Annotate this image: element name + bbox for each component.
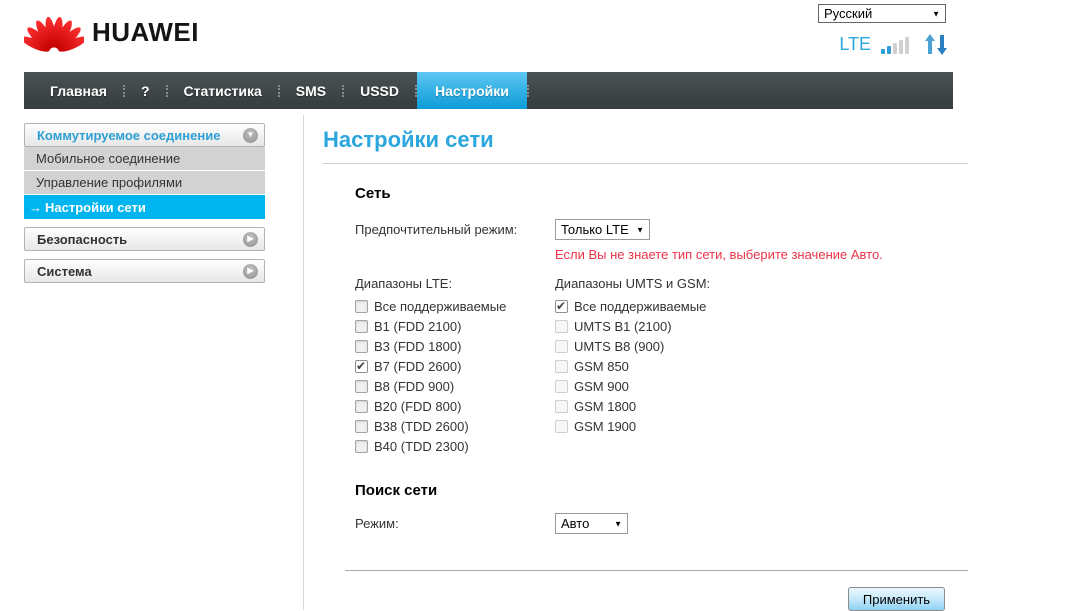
lte-band-option[interactable]: Все поддерживаемые bbox=[355, 296, 555, 316]
preferred-mode-label: Предпочтительный режим: bbox=[355, 222, 555, 237]
language-select[interactable]: Русский ▼ bbox=[818, 4, 946, 23]
nav-item-sms[interactable]: SMS bbox=[280, 72, 342, 109]
lte-bands-column: Диапазоны LTE: Все поддерживаемые B1 (FD… bbox=[355, 276, 555, 456]
lte-band-option[interactable]: B7 (FDD 2600) bbox=[355, 356, 555, 376]
search-section-heading: Поиск сети bbox=[355, 482, 968, 499]
umts-gsm-band-checkbox[interactable] bbox=[555, 300, 568, 313]
umts-gsm-band-checkbox[interactable] bbox=[555, 340, 568, 353]
lte-band-checkbox[interactable] bbox=[355, 320, 368, 333]
apply-button[interactable]: Применить bbox=[848, 587, 945, 611]
brand-text: HUAWEI bbox=[92, 17, 199, 48]
connection-status: LTE bbox=[839, 33, 948, 55]
search-mode-label: Режим: bbox=[355, 516, 555, 531]
chevron-right-icon: ▶ bbox=[243, 264, 258, 279]
sidebar-item-profile-management[interactable]: Управление профилями bbox=[24, 171, 265, 195]
lte-band-option[interactable]: B1 (FDD 2100) bbox=[355, 316, 555, 336]
signal-bars-icon bbox=[881, 35, 914, 54]
sidebar: Коммутируемое соединение ▼ Мобильное сое… bbox=[24, 123, 265, 291]
nav-item-home[interactable]: Главная bbox=[34, 72, 123, 109]
lte-band-checkbox[interactable] bbox=[355, 300, 368, 313]
search-mode-select-control[interactable]: Авто bbox=[555, 513, 628, 534]
lte-band-option[interactable]: B8 (FDD 900) bbox=[355, 376, 555, 396]
lte-band-checkbox[interactable] bbox=[355, 420, 368, 433]
active-arrow-icon: → bbox=[29, 200, 42, 215]
network-type-warning: Если Вы не знаете тип сети, выберите зна… bbox=[555, 247, 968, 262]
nav-item-ussd[interactable]: USSD bbox=[344, 72, 415, 109]
bottom-rule bbox=[345, 570, 968, 571]
lte-band-checkbox[interactable] bbox=[355, 360, 368, 373]
umts-gsm-band-checkbox[interactable] bbox=[555, 380, 568, 393]
main-content: Настройки сети Сеть Предпочтительный реж… bbox=[323, 115, 968, 611]
umts-gsm-bands-label: Диапазоны UMTS и GSM: bbox=[555, 276, 755, 296]
umts-gsm-band-option[interactable]: GSM 850 bbox=[555, 356, 755, 376]
lte-band-option[interactable]: B20 (FDD 800) bbox=[355, 396, 555, 416]
chevron-down-icon: ▼ bbox=[243, 128, 258, 143]
updown-arrows-icon bbox=[924, 34, 948, 55]
umts-gsm-band-option[interactable]: GSM 900 bbox=[555, 376, 755, 396]
preferred-mode-select[interactable]: Только LTE ▼ bbox=[555, 219, 650, 240]
umts-gsm-bands-column: Диапазоны UMTS и GSM: Все поддерживаемые… bbox=[555, 276, 755, 456]
lte-band-checkbox[interactable] bbox=[355, 400, 368, 413]
title-rule bbox=[323, 163, 968, 164]
umts-gsm-band-option[interactable]: UMTS B8 (900) bbox=[555, 336, 755, 356]
sidebar-section-dialup-connection[interactable]: Коммутируемое соединение ▼ bbox=[24, 123, 265, 147]
lte-band-checkbox[interactable] bbox=[355, 440, 368, 453]
sidebar-item-mobile-connection[interactable]: Мобильное соединение bbox=[24, 147, 265, 171]
nav-item-statistics[interactable]: Статистика bbox=[168, 72, 278, 109]
content-divider bbox=[303, 115, 304, 610]
lte-band-option[interactable]: B40 (TDD 2300) bbox=[355, 436, 555, 456]
umts-gsm-band-option[interactable]: UMTS B1 (2100) bbox=[555, 316, 755, 336]
umts-gsm-band-option[interactable]: GSM 1800 bbox=[555, 396, 755, 416]
umts-gsm-band-option[interactable]: Все поддерживаемые bbox=[555, 296, 755, 316]
lte-band-checkbox[interactable] bbox=[355, 340, 368, 353]
sidebar-section-security[interactable]: Безопасность ▶ bbox=[24, 227, 265, 251]
lte-band-option[interactable]: B38 (TDD 2600) bbox=[355, 416, 555, 436]
page-title: Настройки сети bbox=[323, 115, 968, 153]
nav-item-help[interactable]: ? bbox=[125, 72, 166, 109]
nav-item-settings[interactable]: Настройки bbox=[417, 72, 527, 109]
umts-gsm-band-checkbox[interactable] bbox=[555, 400, 568, 413]
main-nav: Главная ? Статистика SMS USSD Настройки bbox=[24, 72, 953, 109]
network-type-label: LTE bbox=[839, 34, 871, 55]
sidebar-item-network-settings[interactable]: → Настройки сети bbox=[24, 195, 265, 219]
chevron-right-icon: ▶ bbox=[243, 232, 258, 247]
umts-gsm-band-option[interactable]: GSM 1900 bbox=[555, 416, 755, 436]
nav-separator bbox=[527, 85, 529, 97]
lte-band-checkbox[interactable] bbox=[355, 380, 368, 393]
network-section-heading: Сеть bbox=[355, 185, 968, 202]
sidebar-section-system[interactable]: Система ▶ bbox=[24, 259, 265, 283]
lte-band-option[interactable]: B3 (FDD 1800) bbox=[355, 336, 555, 356]
huawei-logo: HUAWEI bbox=[24, 8, 199, 56]
language-select-control[interactable]: Русский bbox=[818, 4, 946, 23]
huawei-flower-icon bbox=[24, 8, 84, 56]
lte-bands-label: Диапазоны LTE: bbox=[355, 276, 555, 296]
umts-gsm-band-checkbox[interactable] bbox=[555, 360, 568, 373]
umts-gsm-band-checkbox[interactable] bbox=[555, 320, 568, 333]
umts-gsm-band-checkbox[interactable] bbox=[555, 420, 568, 433]
search-mode-select[interactable]: Авто ▼ bbox=[555, 513, 628, 534]
preferred-mode-select-control[interactable]: Только LTE bbox=[555, 219, 650, 240]
